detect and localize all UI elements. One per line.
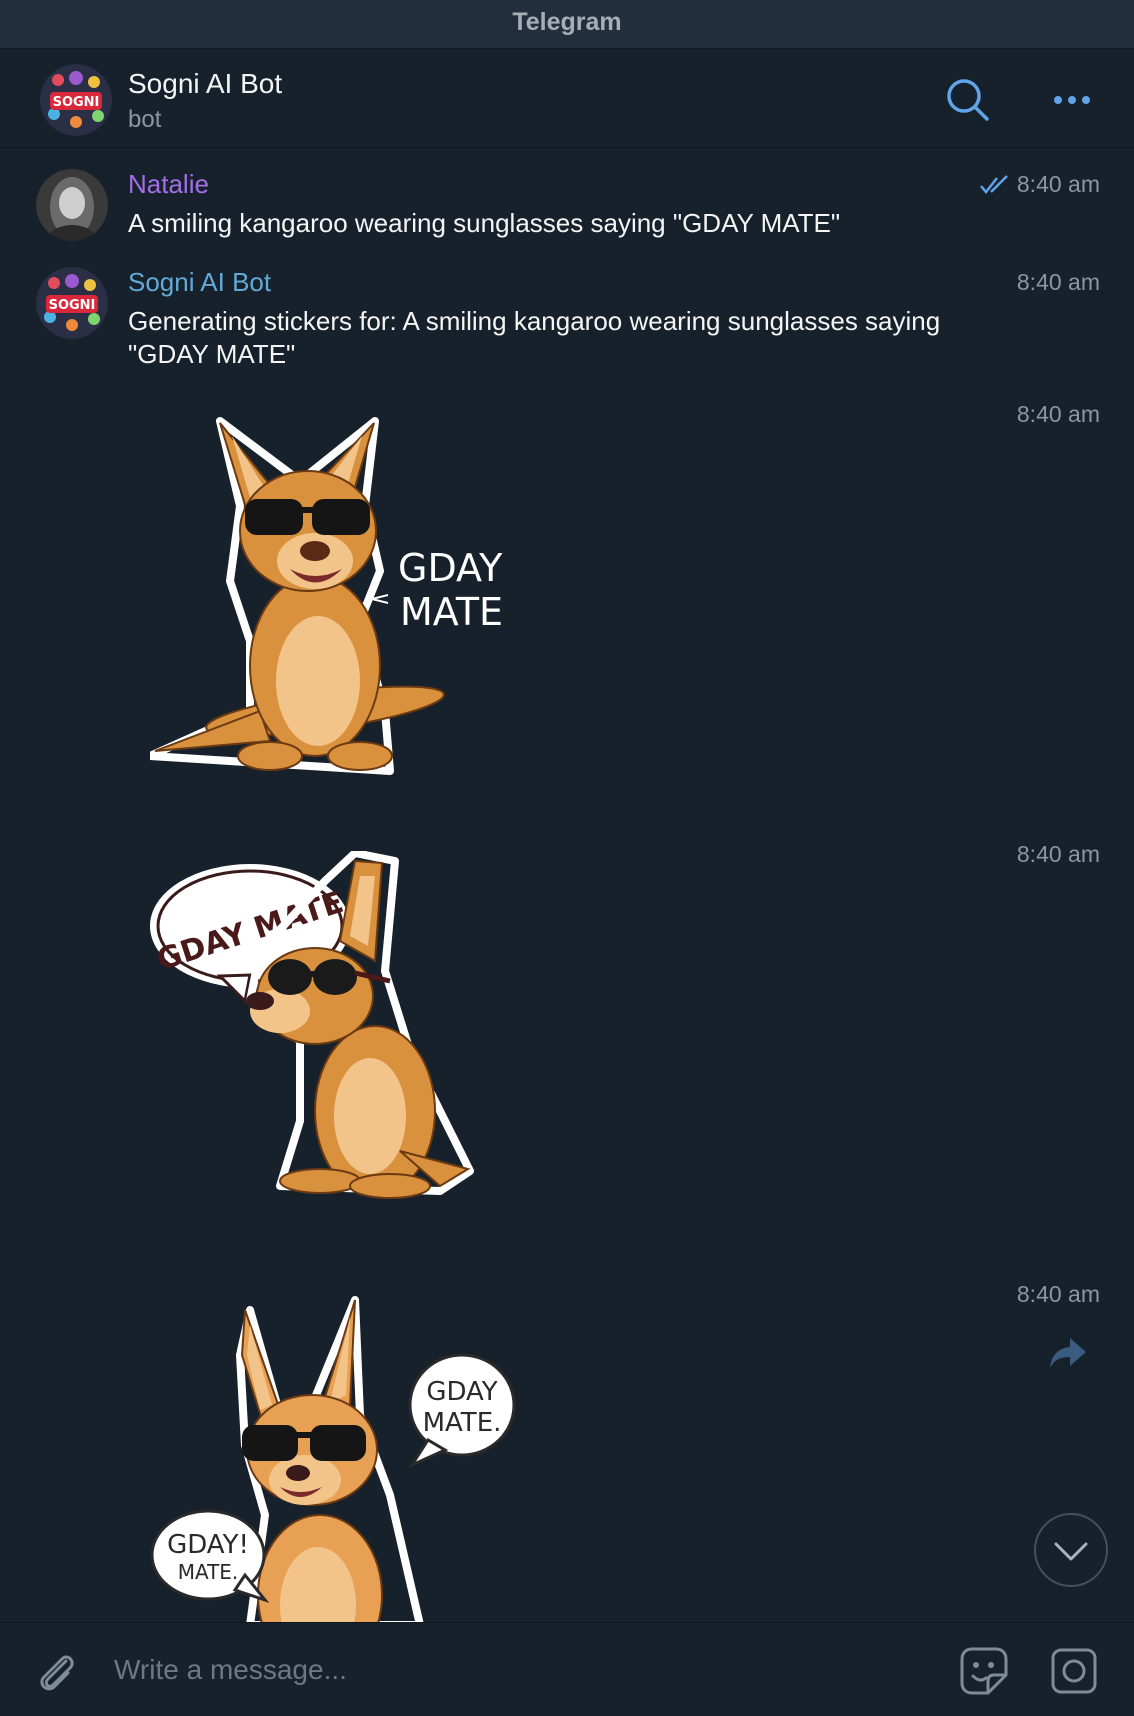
- sticker-caption: GDAY: [398, 546, 503, 590]
- sticker-message-2[interactable]: 8:40 am GDAY MATE: [0, 841, 1134, 1261]
- sticker-caption: MATE.: [178, 1560, 239, 1584]
- scroll-to-bottom-button[interactable]: [1034, 1513, 1108, 1587]
- svg-text:SOGNI: SOGNI: [53, 95, 100, 110]
- message-time: 8:40 am: [1016, 841, 1100, 867]
- sticker-icon[interactable]: [958, 1645, 1010, 1697]
- message-time: 8:40 am: [1016, 171, 1100, 197]
- camera-icon[interactable]: [1050, 1647, 1098, 1695]
- sticker-caption: MATE.: [423, 1408, 502, 1438]
- sender-name[interactable]: Natalie: [128, 169, 209, 200]
- app-title: Telegram: [512, 8, 622, 36]
- chat-title[interactable]: Sogni AI Bot: [128, 68, 282, 100]
- double-check-icon: [980, 175, 1010, 195]
- message-time: 8:40 am: [1016, 401, 1100, 427]
- paperclip-icon[interactable]: [32, 1647, 80, 1695]
- message-natalie[interactable]: Natalie A smiling kangaroo wearing sungl…: [0, 169, 1134, 249]
- sticker-message-3[interactable]: 8:40 am GDAY MATE. GDAY! MATE.: [0, 1281, 1134, 1622]
- window-titlebar: Telegram: [0, 0, 1134, 49]
- bot-avatar[interactable]: SOGNI: [36, 267, 108, 339]
- search-icon[interactable]: [944, 76, 992, 124]
- message-list[interactable]: Natalie A smiling kangaroo wearing sungl…: [0, 149, 1134, 1622]
- kangaroo-sticker[interactable]: GDAY MATE. GDAY! MATE.: [150, 1295, 530, 1622]
- message-input[interactable]: [114, 1643, 934, 1697]
- sticker-message-1[interactable]: 8:40 am GDAY MATE: [0, 401, 1134, 821]
- svg-text:SOGNI: SOGNI: [49, 298, 96, 313]
- message-bot[interactable]: SOGNI Sogni AI Bot Generating stickers f…: [0, 267, 1134, 377]
- forward-icon[interactable]: [1048, 1336, 1088, 1370]
- chevron-down-icon: [1054, 1542, 1088, 1561]
- kangaroo-sticker[interactable]: GDAY MATE: [150, 849, 530, 1251]
- chat-header[interactable]: SOGNI Sogni AI Bot bot: [0, 50, 1134, 148]
- bot-avatar[interactable]: SOGNI: [40, 64, 112, 136]
- message-text: A smiling kangaroo wearing sunglasses sa…: [128, 208, 841, 238]
- message-composer: [0, 1622, 1134, 1716]
- message-text: Generating stickers for: A smiling kanga…: [128, 306, 941, 369]
- kangaroo-sticker[interactable]: GDAY MATE: [146, 411, 530, 811]
- sticker-caption: GDAY!: [167, 1530, 249, 1560]
- sticker-caption: GDAY: [426, 1377, 497, 1407]
- user-avatar[interactable]: [36, 169, 108, 241]
- chat-status: bot: [128, 106, 162, 133]
- sticker-caption: MATE: [400, 590, 503, 634]
- more-icon[interactable]: [1048, 76, 1096, 124]
- message-time: 8:40 am: [1016, 269, 1100, 295]
- sender-name[interactable]: Sogni AI Bot: [128, 267, 271, 298]
- message-time: 8:40 am: [1016, 1281, 1100, 1307]
